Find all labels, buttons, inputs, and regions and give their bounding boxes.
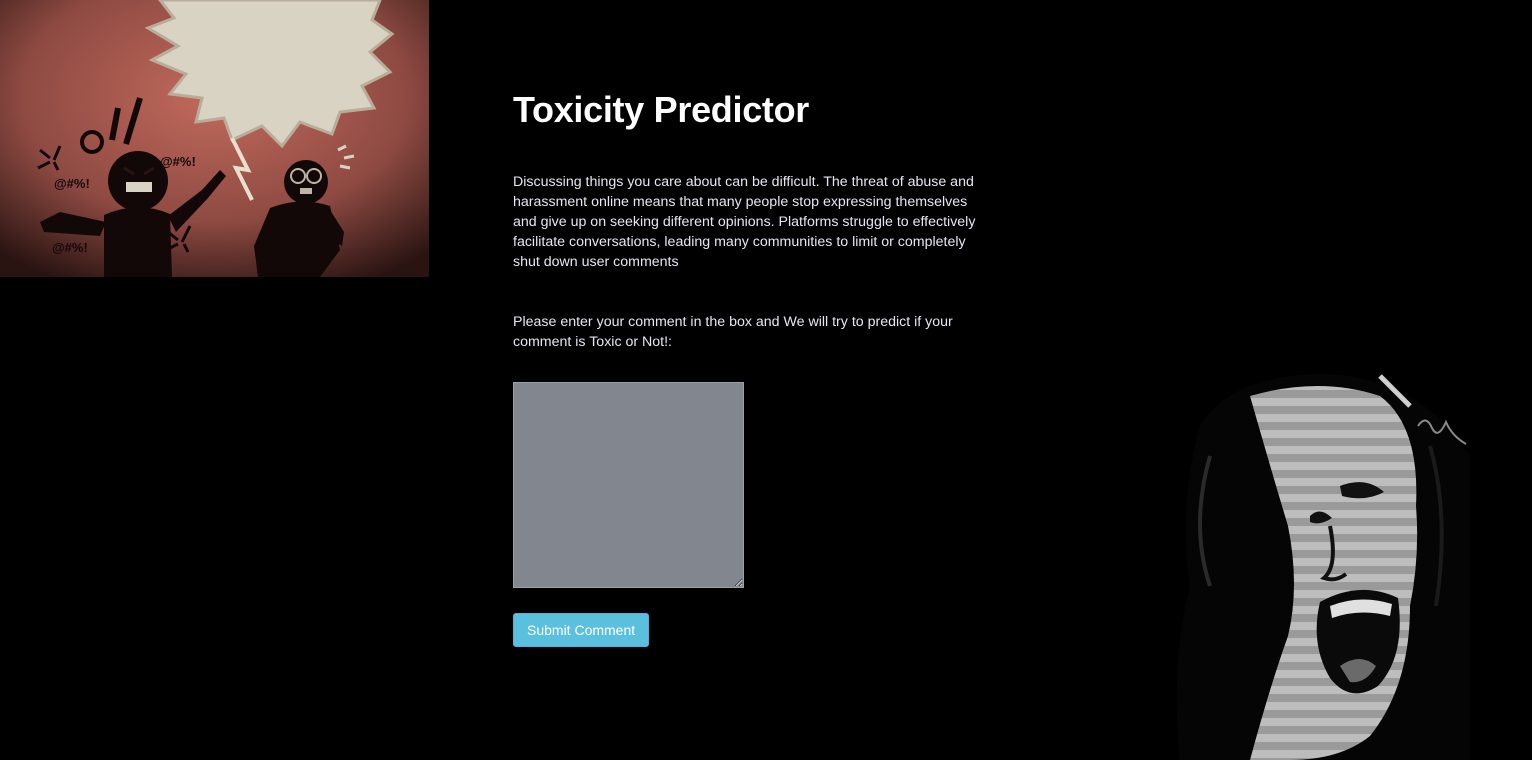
- instruction-text: Please enter your comment in the box and…: [513, 314, 953, 350]
- angry-man-body: [104, 207, 172, 277]
- angry-man-head: [108, 151, 168, 211]
- curse-symbols: @#%!: [54, 176, 90, 191]
- comment-input[interactable]: [513, 382, 744, 588]
- curse-symbols: @#%!: [160, 154, 196, 169]
- page-title: Toxicity Predictor: [513, 89, 810, 130]
- angry-man-mouth: [126, 182, 152, 192]
- scared-man-mouth: [300, 188, 312, 194]
- submit-comment-button[interactable]: Submit Comment: [513, 613, 650, 647]
- argument-illustration: @#%! @#%! @#%!: [0, 0, 429, 277]
- main-content: Toxicity Predictor Discussing things you…: [513, 88, 983, 647]
- description-text: Discussing things you care about can be …: [513, 174, 976, 270]
- curse-symbols: @#%!: [52, 240, 88, 255]
- screaming-face-illustration: [1176, 374, 1470, 760]
- page: @#%! @#%! @#%! Toxicity Predictor Discus…: [0, 0, 1532, 760]
- scared-man-head: [284, 160, 328, 204]
